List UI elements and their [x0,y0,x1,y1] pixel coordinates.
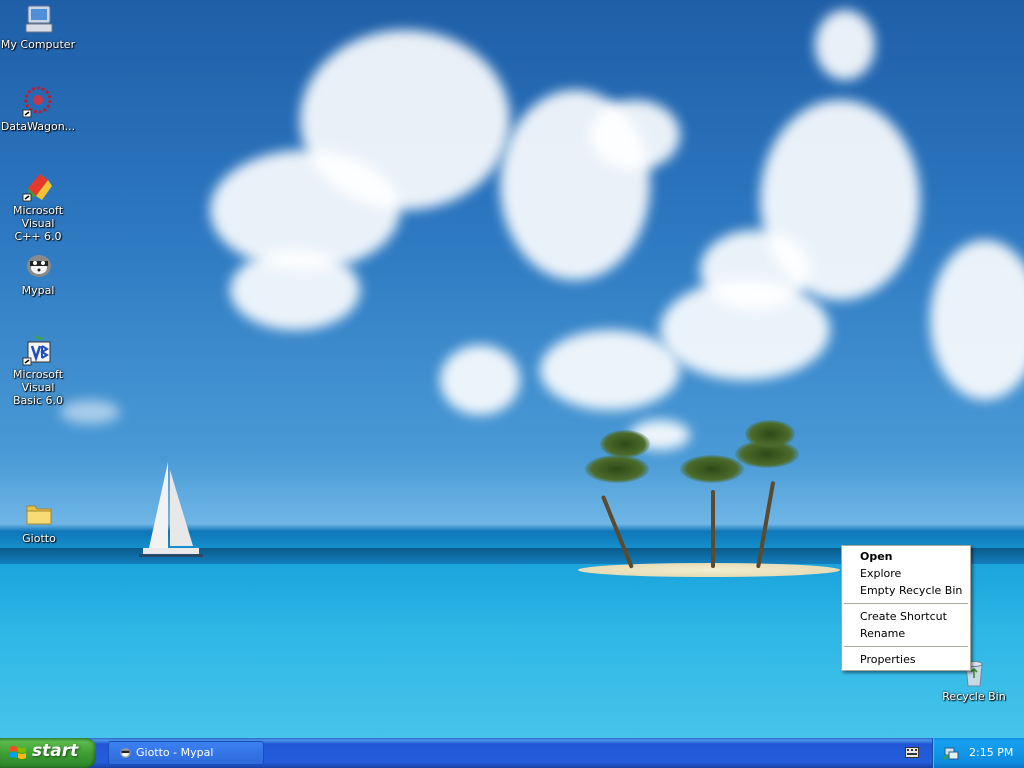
windows-logo-icon [10,746,26,759]
desktop[interactable]: My Computer DataWagon... Microsoft Visua… [0,0,1024,738]
palm-frond [585,455,649,483]
palm-frond [745,420,795,448]
mypal-icon [22,250,54,282]
desktop-icon-visual-cpp[interactable]: Microsoft Visual C++ 6.0 [0,170,76,243]
wallpaper-cloud [440,345,520,415]
desktop-icon-label: Microsoft Visual C++ 6.0 [12,204,64,243]
taskbar-button-label: Giotto - Mypal [136,746,214,759]
wallpaper-cloud [930,240,1024,400]
visual-basic-icon [22,334,54,366]
my-computer-icon [22,4,54,36]
palm-frond [680,455,744,483]
desktop-icon-label: DataWagon... [0,120,76,133]
menu-item-rename[interactable]: Rename [860,626,964,642]
desktop-icon-label: Mypal [21,284,55,297]
menu-item-explore[interactable]: Explore [860,566,964,582]
wallpaper-cloud [540,330,680,410]
desktop-icon-datawagon[interactable]: DataWagon... [0,86,76,133]
datawagon-icon [22,86,54,118]
desktop-icon-visual-basic[interactable]: Microsoft Visual Basic 6.0 [0,334,76,407]
wallpaper-cloud [230,250,360,330]
start-label: start [32,741,79,761]
menu-separator [844,646,968,647]
menu-item-empty-recycle-bin[interactable]: Empty Recycle Bin [860,583,964,599]
menu-item-properties[interactable]: Properties [860,652,964,668]
palm-frond [600,430,650,458]
visual-cpp-icon [22,170,54,202]
wallpaper-cloud [815,10,875,80]
wallpaper-island [578,563,840,577]
recycle-bin-context-menu: Open Explore Empty Recycle Bin Create Sh… [841,545,971,671]
desktop-icon-label: Giotto [22,532,56,545]
menu-item-open[interactable]: Open [860,549,964,565]
wallpaper-sailboat [139,462,203,557]
network-icon[interactable] [943,745,959,761]
palm-trunk [711,490,715,568]
desktop-icon-label: Microsoft Visual Basic 6.0 [12,368,64,407]
menu-separator [844,603,968,604]
wallpaper-cloud [300,30,510,210]
clock[interactable]: 2:15 PM [969,746,1013,759]
desktop-icon-mypal[interactable]: Mypal [0,250,76,297]
taskbar-button-giotto-mypal[interactable]: Giotto - Mypal [108,741,264,765]
system-tray: 2:15 PM [932,738,1024,768]
mypal-icon [120,748,131,758]
folder-icon [23,498,55,530]
wallpaper-cloud [760,100,920,300]
taskbar: start Giotto - Mypal 2:15 PM [0,738,1024,768]
desktop-icon-label: My Computer [0,38,76,51]
keyboard-icon[interactable] [905,747,919,758]
wallpaper-cloud [590,100,680,170]
desktop-icon-my-computer[interactable]: My Computer [0,4,76,51]
start-button[interactable]: start [0,738,96,768]
menu-item-create-shortcut[interactable]: Create Shortcut [860,609,964,625]
desktop-icon-giotto[interactable]: Giotto [1,498,77,545]
desktop-icon-label: Recycle Bin [942,690,1006,703]
